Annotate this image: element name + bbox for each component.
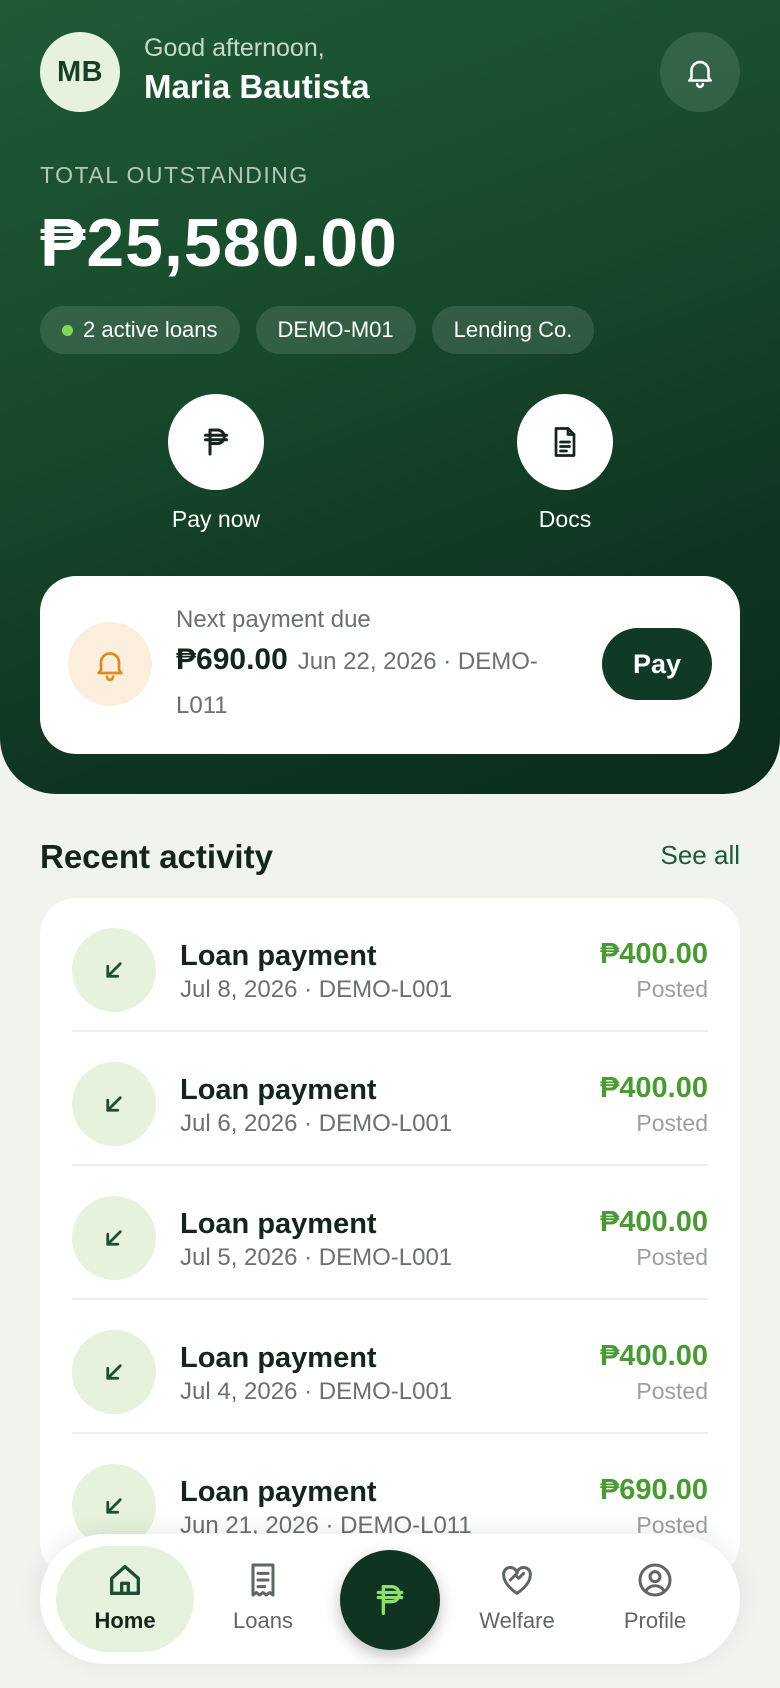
greeting-text: Good afternoon, xyxy=(144,34,325,62)
activity-amount: ₱400.00 xyxy=(599,1072,708,1104)
list-item[interactable]: Loan payment Jul 5, 2026 · DEMO-L001 ₱40… xyxy=(72,1166,708,1300)
docs-action[interactable]: Docs xyxy=(495,394,635,533)
nav-profile-label: Profile xyxy=(623,1608,687,1633)
activity-title: Loan payment xyxy=(180,940,377,972)
next-payment-title: Next payment due xyxy=(176,606,371,633)
member-id-chip[interactable]: DEMO-M01 xyxy=(255,306,416,354)
activity-subtitle: Jul 5, 2026 · DEMO-L001 xyxy=(180,1244,453,1271)
incoming-arrow-icon xyxy=(72,1330,156,1414)
activity-subtitle: Jul 6, 2026 · DEMO-L001 xyxy=(180,1110,453,1137)
activity-title: Loan payment xyxy=(180,1074,377,1106)
activity-title: Loan payment xyxy=(180,1208,377,1240)
pay-now-label: Pay now xyxy=(171,506,261,532)
bell-icon xyxy=(688,60,712,89)
notifications-button[interactable] xyxy=(660,32,740,112)
peso-icon xyxy=(204,428,228,456)
status-dot xyxy=(62,324,73,336)
nav-loans[interactable]: Loans xyxy=(194,1546,332,1652)
activity-amount: ₱400.00 xyxy=(599,1340,708,1372)
pay-button[interactable]: Pay xyxy=(602,628,712,700)
next-payment-card[interactable]: Next payment due ₱690.00 Jun 22, 2026 · D… xyxy=(40,576,740,754)
next-payment-amount: ₱690.00 xyxy=(176,643,288,676)
activity-amount: ₱400.00 xyxy=(599,1206,708,1238)
home-icon xyxy=(103,1558,147,1602)
heart-handshake-icon xyxy=(495,1558,539,1602)
next-payment-detail: ₱690.00 Jun 22, 2026 · DEMO-L011 xyxy=(176,638,556,728)
activity-list: Loan payment Jul 8, 2026 · DEMO-L001 ₱40… xyxy=(40,898,740,1578)
incoming-arrow-icon xyxy=(72,1062,156,1146)
activity-subtitle: Jul 4, 2026 · DEMO-L001 xyxy=(180,1378,453,1405)
activity-title: Loan payment xyxy=(180,1342,377,1374)
total-outstanding-amount: ₱25,580.00 xyxy=(40,205,398,281)
pay-now-action[interactable]: Pay now xyxy=(146,394,286,533)
activity-status: Posted xyxy=(636,1110,708,1136)
pay-now-button[interactable] xyxy=(168,394,264,490)
docs-button[interactable] xyxy=(517,394,613,490)
activity-status: Posted xyxy=(636,1244,708,1270)
activity-title: Loan payment xyxy=(180,1476,377,1508)
list-item[interactable]: Loan payment Jul 4, 2026 · DEMO-L001 ₱40… xyxy=(72,1300,708,1434)
chip-label: Lending Co. xyxy=(453,317,573,342)
activity-status: Posted xyxy=(636,976,708,1002)
nav-welfare-label: Welfare xyxy=(479,1608,555,1633)
bell-icon xyxy=(97,652,123,682)
lender-chip[interactable]: Lending Co. xyxy=(431,306,595,354)
user-circle-icon xyxy=(633,1558,677,1602)
quick-pay-fab[interactable] xyxy=(340,1550,440,1650)
activity-amount: ₱690.00 xyxy=(599,1474,708,1506)
list-item[interactable]: Loan payment Jul 6, 2026 · DEMO-L001 ₱40… xyxy=(72,1032,708,1166)
recent-activity-title: Recent activity xyxy=(40,838,273,875)
total-outstanding-label: TOTAL OUTSTANDING xyxy=(40,162,309,188)
activity-subtitle: Jul 8, 2026 · DEMO-L001 xyxy=(180,976,453,1003)
docs-label: Docs xyxy=(538,506,592,532)
avatar[interactable]: MB xyxy=(40,32,120,112)
incoming-arrow-icon xyxy=(72,928,156,1012)
nav-welfare[interactable]: Welfare xyxy=(448,1546,586,1652)
list-item[interactable]: Loan payment Jul 8, 2026 · DEMO-L001 ₱40… xyxy=(72,898,708,1032)
activity-status: Posted xyxy=(636,1378,708,1404)
document-icon xyxy=(554,427,576,457)
hero-header: MB Good afternoon, Maria Bautista TOTAL … xyxy=(0,0,780,794)
active-loans-chip[interactable]: 2 active loans xyxy=(40,306,240,354)
user-name: Maria Bautista xyxy=(144,68,370,105)
see-all-link[interactable]: See all xyxy=(620,840,741,871)
peso-icon xyxy=(376,1585,404,1615)
nav-profile[interactable]: Profile xyxy=(586,1546,724,1652)
activity-amount: ₱400.00 xyxy=(599,938,708,970)
nav-loans-label: Loans xyxy=(233,1608,293,1633)
summary-chips: 2 active loans DEMO-M01 Lending Co. xyxy=(40,306,595,354)
due-bell-badge xyxy=(68,622,152,706)
chip-label: 2 active loans xyxy=(83,317,218,342)
nav-home-label: Home xyxy=(94,1608,156,1633)
incoming-arrow-icon xyxy=(72,1196,156,1280)
nav-home[interactable]: Home xyxy=(56,1546,194,1652)
chip-label: DEMO-M01 xyxy=(277,317,394,342)
receipt-icon xyxy=(241,1558,285,1602)
bottom-navigation: Home Loans Welfare Profile xyxy=(40,1534,740,1664)
